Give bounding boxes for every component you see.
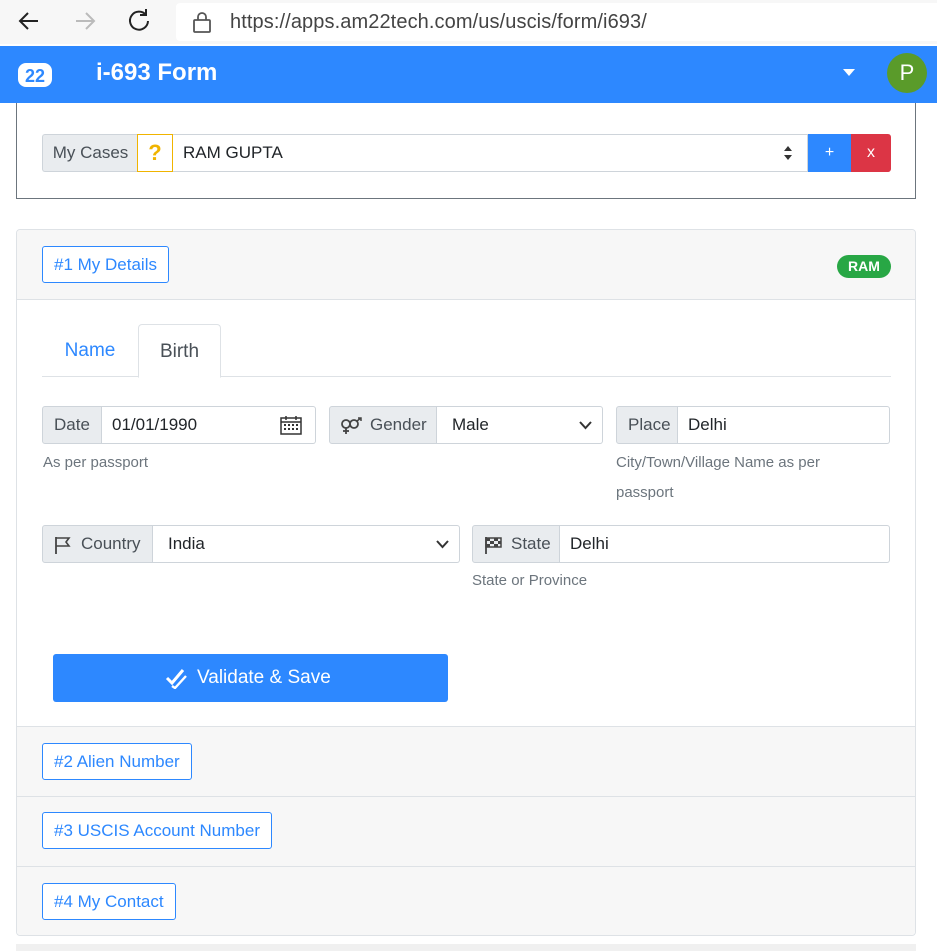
birth-date-value: 01/01/1990 (112, 415, 198, 434)
validate-save-label: Validate & Save (197, 667, 331, 688)
place-help-text: City/Town/Village Name as per passport (616, 454, 820, 501)
details-tabs: Name Birth (42, 324, 891, 378)
gender-label: Gender (329, 406, 437, 444)
validate-save-button[interactable]: Validate & Save (53, 654, 448, 702)
flag-icon (55, 537, 71, 554)
birth-place-input[interactable]: Delhi (678, 406, 890, 444)
state-label-text: State (511, 534, 551, 553)
state-label: State (472, 525, 560, 563)
flag-checkered-icon (485, 537, 502, 554)
double-check-icon (165, 669, 187, 689)
case-select[interactable]: RAM GUPTA (173, 134, 808, 172)
birth-date-group: Date 01/01/1990 (42, 406, 316, 444)
state-group: State Delhi (472, 525, 890, 563)
country-label-text: Country (81, 534, 141, 553)
state-help-text: State or Province (472, 572, 588, 589)
state-input[interactable]: Delhi (560, 525, 890, 563)
chevron-down-icon (579, 421, 592, 430)
country-group: Country India (42, 525, 460, 563)
status-badge: RAM (837, 255, 891, 278)
forward-arrow-icon[interactable] (70, 6, 100, 36)
cases-panel: My Cases ? RAM GUPTA + x (16, 103, 916, 199)
country-select[interactable]: India (153, 525, 460, 563)
next-panel-edge (16, 944, 916, 951)
birth-place-group: Place Delhi (616, 406, 890, 444)
country-label: Country (42, 525, 153, 563)
delete-case-button[interactable]: x (851, 134, 891, 172)
date-help-text: As per passport (43, 454, 149, 471)
date-label: Date (42, 406, 102, 444)
gender-select-value: Male (452, 415, 489, 434)
tab-birth[interactable]: Birth (138, 324, 221, 378)
gender-group: Gender Male (329, 406, 603, 444)
lock-icon (193, 12, 211, 33)
section-header-my-contact: #4 My Contact (17, 867, 915, 935)
country-select-value: India (168, 534, 205, 553)
avatar[interactable]: P (887, 53, 927, 93)
reload-icon[interactable] (125, 6, 155, 36)
app-title: i-693 Form (96, 59, 218, 86)
help-button[interactable]: ? (137, 134, 173, 172)
section-button-alien-number[interactable]: #2 Alien Number (42, 743, 192, 780)
gender-label-text: Gender (370, 415, 427, 434)
gender-select[interactable]: Male (437, 406, 603, 444)
add-case-button[interactable]: + (808, 134, 851, 172)
address-bar[interactable]: https://apps.am22tech.com/us/uscis/form/… (176, 3, 937, 41)
section-button-my-contact[interactable]: #4 My Contact (42, 883, 176, 920)
gender-icon (341, 417, 362, 434)
section-header-alien-number: #2 Alien Number (17, 726, 915, 797)
app-header: 22 i-693 Form P (0, 46, 937, 103)
form-accordion: #1 My Details RAM Name Birth Date 01/01/… (16, 229, 916, 936)
my-cases-label: My Cases (42, 134, 138, 172)
sort-arrows-icon (784, 146, 792, 160)
chevron-down-icon[interactable] (843, 69, 855, 76)
birth-date-input[interactable]: 01/01/1990 (102, 406, 316, 444)
section-header-my-details: #1 My Details RAM (17, 230, 915, 300)
tab-name[interactable]: Name (42, 324, 138, 377)
birth-place-value: Delhi (688, 415, 727, 434)
place-label: Place (616, 406, 678, 444)
section-button-my-details[interactable]: #1 My Details (42, 246, 169, 283)
chevron-down-icon (436, 540, 449, 549)
section-button-uscis-account[interactable]: #3 USCIS Account Number (42, 812, 272, 849)
state-input-value: Delhi (570, 534, 609, 553)
calendar-icon[interactable] (280, 415, 302, 435)
logo[interactable]: 22 (17, 61, 53, 89)
section-header-uscis-account: #3 USCIS Account Number (17, 797, 915, 867)
case-select-value: RAM GUPTA (183, 143, 283, 162)
back-arrow-icon[interactable] (14, 6, 44, 36)
url-text: https://apps.am22tech.com/us/uscis/form/… (230, 11, 647, 33)
browser-toolbar: https://apps.am22tech.com/us/uscis/form/… (0, 0, 937, 44)
svg-text:22: 22 (25, 66, 45, 86)
